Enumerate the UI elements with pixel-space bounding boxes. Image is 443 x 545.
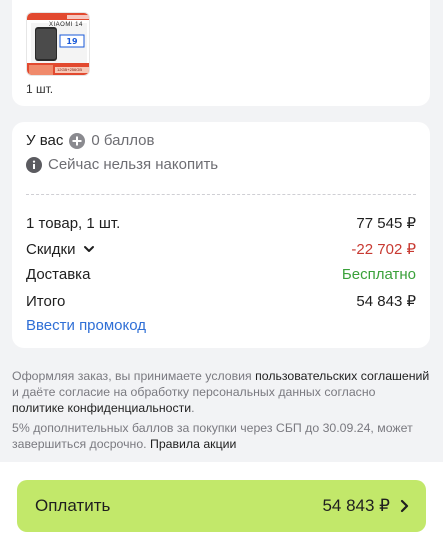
legal-text-part: Оформляя заказ, вы принимаете условия — [12, 369, 256, 383]
total-label: Итого — [26, 292, 66, 310]
discounts-value: -22 702 ₽ — [351, 241, 416, 258]
pay-button-amount: 54 843 ₽ — [322, 496, 390, 515]
total-row: Итого 54 843 ₽ — [26, 292, 416, 311]
total-value: 54 843 ₽ — [356, 293, 416, 310]
delivery-label: Доставка — [26, 266, 91, 283]
items-row: 1 товар, 1 шт. 77 545 ₽ — [26, 214, 416, 233]
promo-rules-link[interactable]: Правила акции — [150, 437, 236, 451]
product-card: 19 XIAOMI 14 12GB+256GB 1 шт. — [12, 0, 430, 106]
order-summary-card: У вас 0 баллов Сейчас нельзя накопить 1 … — [12, 122, 430, 348]
discounts-label: Скидки — [26, 240, 76, 258]
legal-text-part: и даёте согласие на обработку персональн… — [12, 385, 376, 399]
user-agreements-link[interactable]: пользовательских соглашений — [255, 369, 429, 383]
legal-consent-text: Оформляя заказ, вы принимаете условия по… — [12, 368, 430, 416]
product-quantity: 1 шт. — [26, 82, 54, 96]
promo-code-link[interactable]: Ввести промокод — [26, 317, 146, 334]
bonus-balance-row: У вас 0 баллов — [26, 132, 416, 149]
bottom-bar: Оплатить 54 843 ₽ — [0, 462, 443, 545]
chevron-down-icon[interactable] — [83, 243, 95, 255]
pay-button[interactable]: Оплатить 54 843 ₽ — [17, 480, 426, 532]
discounts-row[interactable]: Скидки -22 702 ₽ — [26, 240, 416, 259]
bonus-balance-value: 0 баллов — [91, 132, 155, 149]
items-label: 1 товар, 1 шт. — [26, 214, 121, 232]
promo-row: Ввести промокод — [26, 317, 416, 334]
chevron-right-icon — [400, 499, 410, 513]
product-thumb-caption: XIAOMI 14 — [49, 22, 83, 28]
pay-button-label: Оплатить — [35, 496, 111, 515]
bonus-plus-icon — [69, 132, 86, 149]
privacy-policy-link[interactable]: политике конфиденциальности — [12, 401, 191, 415]
delivery-value: Бесплатно — [341, 266, 416, 283]
delivery-row: Доставка Бесплатно — [26, 266, 416, 283]
bonus-status-row: Сейчас нельзя накопить — [26, 156, 416, 173]
product-thumb-spec: 12GB+256GB — [57, 67, 83, 72]
promo-terms-text: 5% дополнительных баллов за покупки чере… — [12, 420, 430, 452]
info-icon — [26, 156, 42, 173]
divider — [26, 194, 416, 195]
bonus-cannot-earn-text: Сейчас нельзя накопить — [48, 156, 219, 173]
product-thumbnail[interactable]: 19 XIAOMI 14 12GB+256GB — [26, 12, 90, 76]
items-value: 77 545 ₽ — [356, 215, 416, 232]
svg-text:19: 19 — [66, 37, 78, 46]
bonus-you-have-label: У вас — [26, 132, 64, 149]
legal-text-part: . — [191, 401, 195, 415]
